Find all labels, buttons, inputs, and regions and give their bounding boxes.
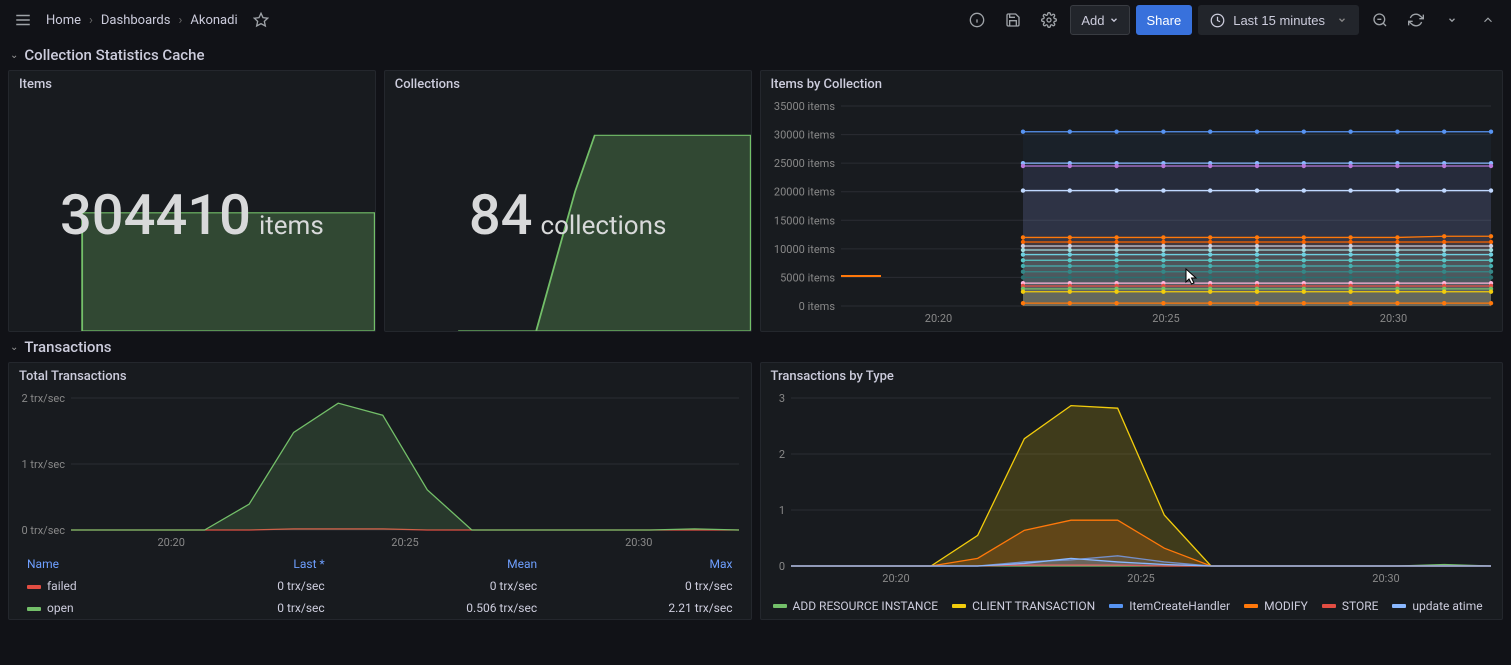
col-last[interactable]: Last * xyxy=(180,554,331,574)
svg-text:20:25: 20:25 xyxy=(391,536,418,549)
legend-item[interactable]: MODIFY xyxy=(1244,599,1308,613)
panel-collections[interactable]: Collections 84 collections xyxy=(384,70,752,332)
save-icon[interactable] xyxy=(998,5,1028,35)
table-row[interactable]: failed0 trx/sec0 trx/sec0 trx/sec xyxy=(21,576,739,596)
panel-total-transactions[interactable]: Total Transactions 0 trx/sec 1 trx/sec 2 t… xyxy=(8,362,752,620)
row-title: Collection Statistics Cache xyxy=(24,46,204,64)
table-row[interactable]: open0 trx/sec0.506 trx/sec2.21 trx/sec xyxy=(21,598,739,618)
svg-text:35000 items: 35000 items xyxy=(773,100,834,113)
svg-text:20:30: 20:30 xyxy=(1379,312,1406,325)
svg-text:10000 items: 10000 items xyxy=(773,243,834,256)
chevron-down-icon: ⌄ xyxy=(10,50,18,61)
panel-title: Total Transactions xyxy=(9,363,751,390)
svg-text:3: 3 xyxy=(778,392,784,405)
breadcrumb-dashboards[interactable]: Dashboards xyxy=(101,13,171,28)
star-icon[interactable] xyxy=(246,5,276,35)
time-range-button[interactable]: Last 15 minutes xyxy=(1198,5,1359,35)
row-title: Transactions xyxy=(24,338,111,356)
svg-text:1 trx/sec: 1 trx/sec xyxy=(21,458,65,471)
svg-text:2 trx/sec: 2 trx/sec xyxy=(21,392,65,405)
stat-value: 84 collections xyxy=(469,182,667,248)
svg-text:0 trx/sec: 0 trx/sec xyxy=(21,524,65,537)
svg-text:25000 items: 25000 items xyxy=(773,157,834,170)
svg-text:20:30: 20:30 xyxy=(1372,572,1399,585)
collapse-icon[interactable] xyxy=(1473,5,1503,35)
top-toolbar: Home › Dashboards › Akonadi Add Share La… xyxy=(0,0,1511,40)
legend-horizontal: ADD RESOURCE INSTANCE CLIENT TRANSACTION I… xyxy=(761,593,1503,619)
svg-text:20:30: 20:30 xyxy=(625,536,652,549)
total-transactions-chart: 0 trx/sec 1 trx/sec 2 trx/sec 20:20 20:25 20:… xyxy=(9,390,749,552)
svg-text:15000 items: 15000 items xyxy=(773,214,834,227)
transactions-by-type-chart: 0 1 2 3 20:20 20:25 20:30 xyxy=(761,390,1501,588)
add-button[interactable]: Add xyxy=(1070,5,1129,35)
legend-item[interactable]: ItemCreateHandler xyxy=(1109,599,1230,613)
breadcrumb-current: Akonadi xyxy=(190,13,237,28)
breadcrumb: Home › Dashboards › Akonadi xyxy=(46,13,238,28)
panel-title: Items by Collection xyxy=(761,71,1503,98)
menu-icon[interactable] xyxy=(8,5,38,35)
svg-text:5000 items: 5000 items xyxy=(780,271,835,284)
svg-text:20000 items: 20000 items xyxy=(773,186,834,199)
items-by-collection-chart: 0 items 5000 items 10000 items 15000 items 2… xyxy=(761,98,1501,328)
svg-text:20:20: 20:20 xyxy=(882,572,909,585)
settings-icon[interactable] xyxy=(1034,5,1064,35)
chevron-down-icon: ⌄ xyxy=(10,342,18,353)
stat-value: 304410 items xyxy=(60,182,324,248)
legend-item[interactable]: STORE xyxy=(1322,599,1379,613)
share-button[interactable]: Share xyxy=(1136,5,1193,35)
svg-text:20:20: 20:20 xyxy=(157,536,184,549)
legend-item[interactable]: CLIENT TRANSACTION xyxy=(952,599,1095,613)
panel-items-by-collection[interactable]: Items by Collection 0 items 5000 items 100… xyxy=(760,70,1504,332)
panel-transactions-by-type[interactable]: Transactions by Type 0 1 2 3 20:20 20:25 20:30… xyxy=(760,362,1504,620)
panel-title: Items xyxy=(9,71,375,98)
refresh-icon[interactable] xyxy=(1401,5,1431,35)
row-header-transactions[interactable]: ⌄ Transactions xyxy=(0,332,1511,362)
panel-title: Collections xyxy=(385,71,751,98)
refresh-dropdown-icon[interactable] xyxy=(1437,5,1467,35)
svg-text:2: 2 xyxy=(778,448,784,461)
panel-title: Transactions by Type xyxy=(761,363,1503,390)
svg-text:1: 1 xyxy=(778,504,784,517)
svg-text:0: 0 xyxy=(778,560,784,573)
breadcrumb-home[interactable]: Home xyxy=(46,13,81,28)
col-max[interactable]: Max xyxy=(545,554,738,574)
legend-table: Name Last * Mean Max failed0 trx/sec0 tr… xyxy=(9,552,751,620)
panel-items[interactable]: Items 304410 items xyxy=(8,70,376,332)
svg-text:20:25: 20:25 xyxy=(1127,572,1154,585)
svg-text:30000 items: 30000 items xyxy=(773,129,834,142)
svg-text:20:20: 20:20 xyxy=(924,312,951,325)
breadcrumb-separator: › xyxy=(89,13,93,28)
zoom-out-icon[interactable] xyxy=(1365,5,1395,35)
svg-text:20:25: 20:25 xyxy=(1152,312,1179,325)
legend-item[interactable]: ADD RESOURCE INSTANCE xyxy=(773,599,939,613)
row-header-stats[interactable]: ⌄ Collection Statistics Cache xyxy=(0,40,1511,70)
legend-item[interactable]: update atime xyxy=(1392,599,1482,613)
col-mean[interactable]: Mean xyxy=(333,554,543,574)
breadcrumb-separator: › xyxy=(178,13,182,28)
info-icon[interactable] xyxy=(962,5,992,35)
svg-text:0 items: 0 items xyxy=(798,300,835,313)
col-name[interactable]: Name xyxy=(21,554,178,574)
